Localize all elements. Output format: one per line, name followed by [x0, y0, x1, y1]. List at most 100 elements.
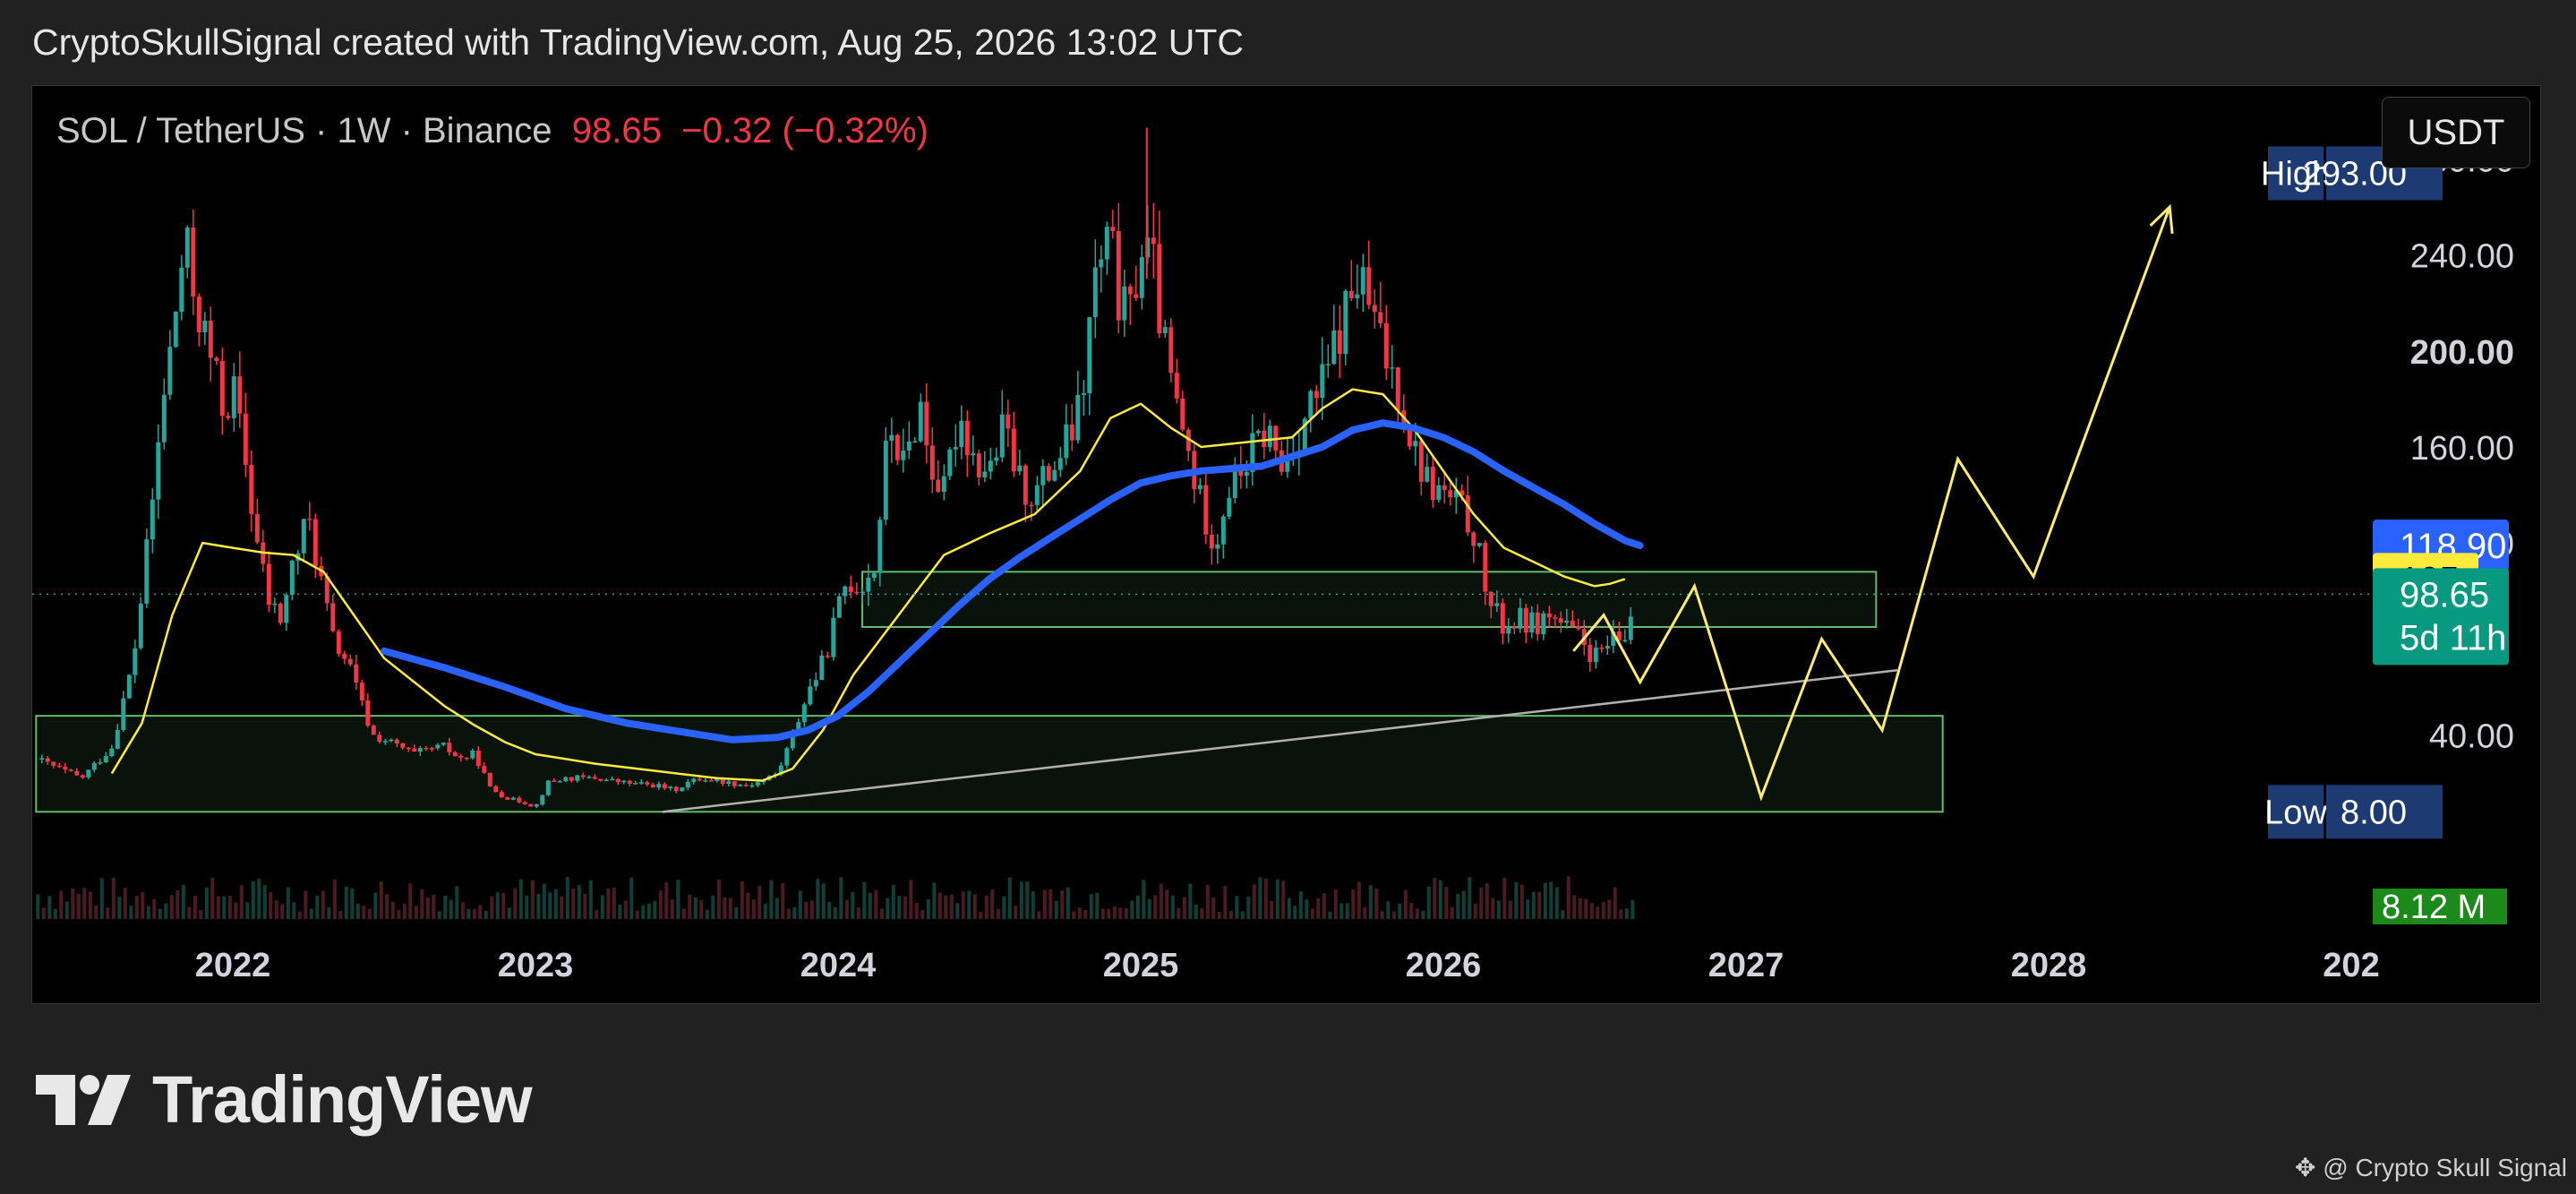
volume-bar — [1345, 903, 1349, 919]
candle-body — [866, 577, 871, 592]
support-zone — [861, 571, 1878, 628]
candle-body — [1395, 367, 1400, 411]
volume-bar — [129, 906, 133, 919]
low-label: Low — [2264, 794, 2327, 831]
volume-bar — [1275, 879, 1279, 919]
volume-bar — [688, 894, 692, 919]
volume-bar — [1391, 911, 1396, 919]
price-chart[interactable]: 40.00120.00160.00200.00240.00280.00High2… — [32, 86, 2541, 1004]
candle-body — [552, 780, 557, 783]
volume-bar — [373, 892, 378, 919]
candle-body — [976, 453, 981, 477]
volume-bar — [600, 895, 604, 919]
volume-bar — [390, 901, 395, 919]
legend-change: −0.32 (−0.32%) — [681, 111, 929, 150]
volume-bar — [187, 906, 192, 919]
candle-body — [971, 453, 976, 456]
candle-body — [394, 739, 399, 744]
candle-body — [662, 784, 667, 789]
candle-body — [650, 784, 655, 788]
volume-bar — [1077, 907, 1082, 919]
volume-bar — [1438, 880, 1442, 919]
candle-body — [196, 296, 201, 333]
volume-bar — [152, 898, 157, 919]
volume-bar — [1554, 887, 1559, 919]
volume-bar — [1496, 900, 1501, 919]
volume-bar — [513, 888, 518, 919]
volume-bar — [1205, 884, 1210, 919]
candle-body — [161, 394, 167, 442]
tradingview-logo[interactable]: TradingView — [36, 1061, 533, 1138]
candle-body — [953, 447, 958, 450]
candle-body — [691, 778, 697, 782]
volume-bar — [670, 899, 674, 919]
volume-bar — [1182, 897, 1186, 919]
chart-panel[interactable]: 40.00120.00160.00200.00240.00280.00High2… — [31, 85, 2541, 1004]
candle-body — [1116, 231, 1121, 321]
candle-body — [435, 744, 441, 749]
volume-bar — [984, 895, 988, 919]
candle-body — [580, 775, 586, 777]
candle-body — [98, 762, 103, 764]
volume-bar — [1368, 885, 1373, 919]
volume-bar — [262, 885, 267, 919]
chart-header: CryptoSkullSignal created with TradingVi… — [32, 21, 1244, 63]
volume-bar — [932, 882, 937, 919]
candle-body — [598, 778, 603, 781]
candle-body — [1267, 425, 1272, 448]
currency-button[interactable]: USDT — [2382, 97, 2530, 168]
candle-body — [1320, 364, 1325, 399]
volume-bar — [565, 877, 569, 919]
volume-bar — [1461, 890, 1466, 919]
candle-body — [673, 786, 679, 792]
volume-bar — [1019, 881, 1023, 919]
candle-body — [382, 741, 388, 743]
volume-bar — [1601, 901, 1605, 919]
volume-bar — [1246, 896, 1251, 919]
candle-body — [214, 357, 219, 361]
candle-body — [947, 449, 953, 477]
volume-bar — [1095, 892, 1100, 919]
volume-bar — [1619, 909, 1623, 919]
volume-bar — [338, 911, 343, 919]
volume-bar — [903, 896, 907, 919]
volume-bar — [879, 908, 884, 919]
x-axis-tick-label: 2024 — [800, 947, 877, 984]
candle-body — [848, 586, 853, 592]
volume-bar — [1450, 906, 1454, 919]
candle-body — [191, 228, 196, 297]
volume-bar — [1456, 893, 1460, 919]
volume-bar — [1468, 877, 1472, 919]
volume-bar — [1263, 878, 1268, 919]
candle-body — [354, 664, 359, 683]
volume-bar — [1042, 889, 1047, 919]
y-axis-tick-label: 40.00 — [2429, 718, 2514, 756]
candle-body — [487, 772, 492, 786]
volume-bar — [1613, 887, 1617, 919]
last-price-label: 98.65 — [2400, 575, 2489, 614]
candle-body — [575, 775, 580, 781]
volume-bar — [1037, 911, 1041, 919]
candle-body — [312, 519, 318, 567]
candle-body — [801, 704, 807, 723]
candle-body — [389, 739, 394, 742]
volume-bar — [164, 903, 168, 919]
volume-bar — [1566, 876, 1570, 919]
volume-bar — [560, 896, 564, 919]
volume-bar — [891, 884, 895, 919]
volume-bar — [723, 897, 727, 919]
candle-body — [743, 785, 749, 786]
candle-body — [586, 777, 592, 778]
candle-body — [51, 761, 56, 766]
candle-body — [1605, 645, 1610, 649]
candle-body — [836, 596, 842, 618]
volume-bar — [350, 888, 355, 919]
volume-bar — [518, 879, 523, 919]
candle-body — [109, 748, 115, 757]
volume-bar — [827, 901, 832, 919]
volume-bar — [1065, 887, 1070, 919]
volume-bar — [1270, 900, 1274, 919]
candle-body — [219, 360, 225, 417]
volume-bar — [1514, 881, 1519, 919]
volume-bar — [833, 906, 837, 919]
